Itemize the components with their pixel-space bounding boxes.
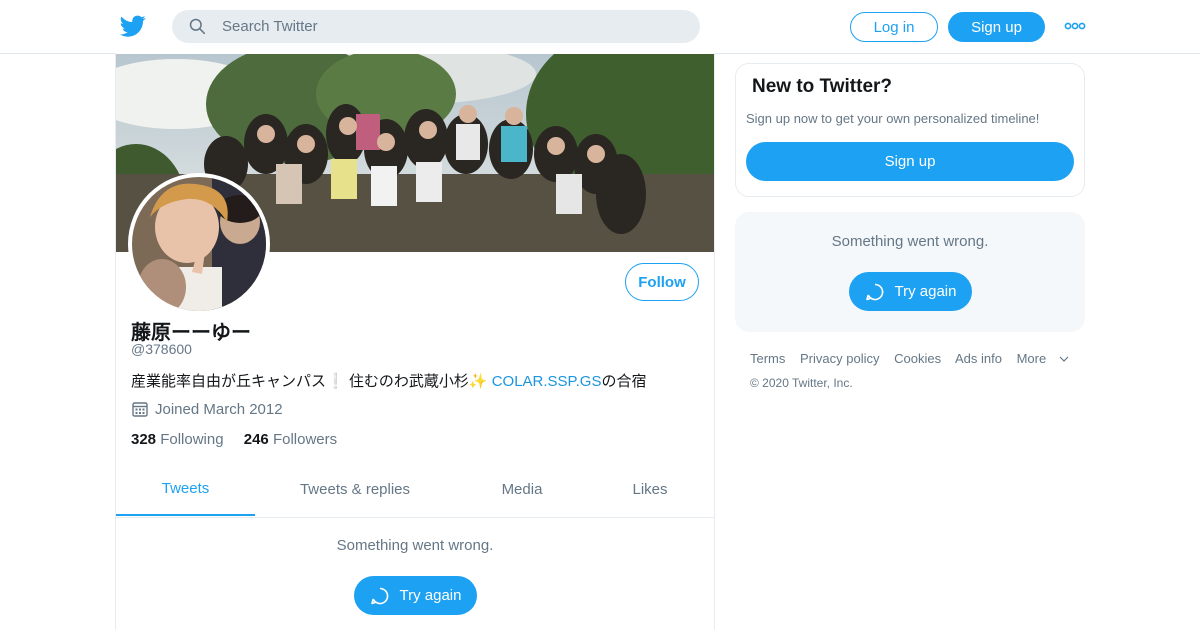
refresh-icon — [865, 283, 883, 300]
bio-suffix: の合宿 — [601, 373, 647, 390]
following-label: Following — [160, 431, 224, 448]
sidebar-error-text: Something went wrong. — [831, 233, 989, 250]
signup-card: New to Twitter? Sign up now to get your … — [735, 63, 1085, 197]
search-input[interactable] — [222, 10, 682, 43]
top-bar: Log in Sign up — [0, 0, 1200, 54]
profile-avatar[interactable] — [128, 173, 270, 315]
footer-more-label: More — [1016, 351, 1047, 366]
twitter-bird-icon[interactable] — [120, 13, 146, 39]
calendar-icon — [132, 402, 148, 417]
following-count: 328 — [131, 431, 157, 448]
search-bar[interactable] — [172, 10, 700, 43]
signup-card-subtitle: Sign up now to get your own personalized… — [746, 111, 1040, 126]
following-link[interactable]: 328 Following — [131, 431, 224, 448]
timeline-error-text: Something went wrong. — [336, 537, 494, 554]
copyright-text: © 2020 Twitter, Inc. — [750, 376, 853, 390]
tab-tweets-replies[interactable]: Tweets & replies — [255, 462, 455, 516]
profile-tabs: Tweets Tweets & replies Media Likes — [116, 462, 714, 518]
footer-cookies-link[interactable]: Cookies — [894, 351, 941, 366]
follow-button[interactable]: Follow — [625, 263, 699, 301]
footer-ads-link[interactable]: Ads info — [955, 351, 1002, 366]
tab-tweets[interactable]: Tweets — [116, 462, 255, 516]
bio-link[interactable]: COLAR.SSP.GS — [492, 373, 602, 390]
bio-text: 産業能率自由が丘キャンパス❕ 住むのわ武蔵小杉✨ — [131, 373, 492, 390]
refresh-icon — [370, 587, 388, 604]
tab-likes[interactable]: Likes — [589, 462, 711, 516]
profile-bio: 産業能率自由が丘キャンパス❕ 住むのわ武蔵小杉✨ COLAR.SSP.GSの合宿 — [131, 370, 647, 391]
footer-links: Terms Privacy policy Cookies Ads info Mo… — [750, 351, 1080, 366]
footer-terms-link[interactable]: Terms — [750, 351, 785, 366]
footer-more-link[interactable]: More — [1017, 351, 1070, 366]
sidebar-try-again-button[interactable]: Try again — [849, 272, 972, 311]
profile-stats: 328 Following 246 Followers — [131, 431, 337, 448]
followers-link[interactable]: 246 Followers — [244, 431, 337, 448]
profile-handle[interactable]: @378600 — [131, 341, 192, 357]
followers-label: Followers — [272, 431, 338, 448]
signup-card-title: New to Twitter? — [752, 76, 893, 97]
signup-button[interactable]: Sign up — [948, 12, 1045, 42]
search-icon — [189, 18, 206, 35]
more-dots-icon[interactable] — [1064, 20, 1086, 32]
sidebar-try-again-label: Try again — [894, 283, 957, 300]
login-button[interactable]: Log in — [850, 12, 938, 42]
tab-media[interactable]: Media — [455, 462, 589, 516]
sidebar-error-card: Something went wrong. Try again — [735, 212, 1085, 332]
followers-count: 246 — [243, 431, 269, 448]
chevron-down-icon — [1059, 356, 1069, 362]
joined-date: Joined March 2012 — [131, 400, 283, 418]
timeline-try-again-button[interactable]: Try again — [354, 576, 477, 615]
joined-text: Joined March 2012 — [155, 400, 283, 418]
sidebar-signup-button[interactable]: Sign up — [746, 142, 1074, 181]
timeline-try-again-label: Try again — [399, 587, 462, 604]
footer-privacy-link[interactable]: Privacy policy — [800, 351, 879, 366]
